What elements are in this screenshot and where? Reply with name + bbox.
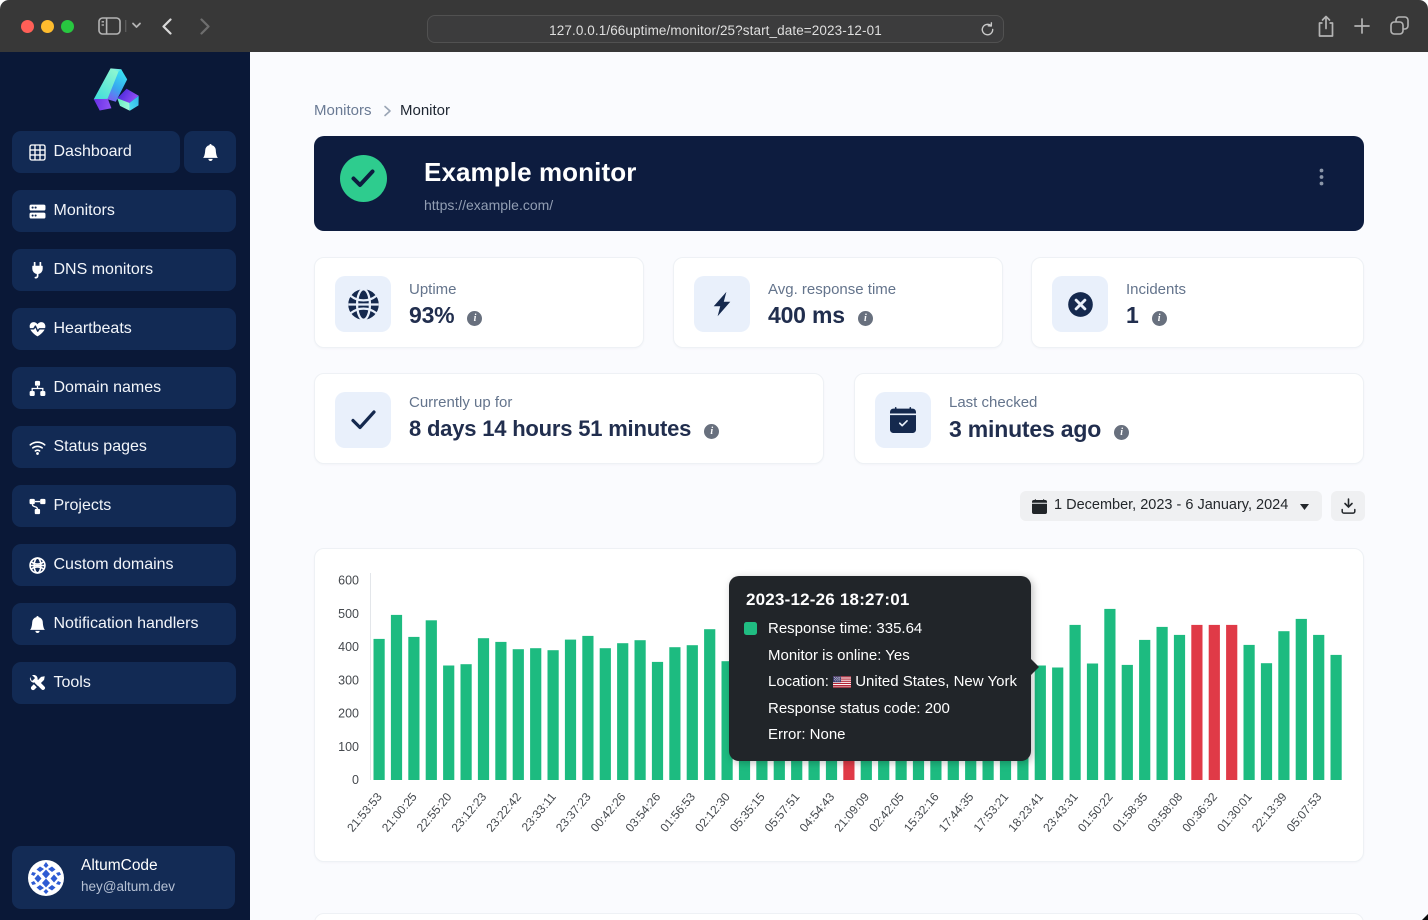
svg-text:01:56:53: 01:56:53 [657, 790, 698, 835]
svg-text:22:55:20: 22:55:20 [414, 790, 455, 835]
svg-text:01:58:35: 01:58:35 [1110, 790, 1151, 835]
svg-text:21:00:25: 21:00:25 [379, 790, 420, 835]
svg-text:300: 300 [338, 673, 359, 687]
svg-text:03:54:26: 03:54:26 [623, 790, 664, 835]
svg-text:400: 400 [338, 640, 359, 654]
svg-text:600: 600 [338, 574, 359, 588]
svg-text:17:44:35: 17:44:35 [936, 790, 977, 835]
svg-text:01:30:01: 01:30:01 [1214, 790, 1255, 835]
svg-text:18:23:41: 18:23:41 [1005, 790, 1046, 835]
svg-text:05:35:15: 05:35:15 [727, 790, 768, 835]
svg-text:200: 200 [338, 707, 359, 721]
svg-text:05:57:51: 05:57:51 [762, 790, 803, 835]
svg-text:100: 100 [338, 740, 359, 754]
svg-text:00:42:26: 00:42:26 [588, 790, 629, 835]
svg-text:04:54:43: 04:54:43 [797, 790, 838, 835]
svg-text:15:32:16: 15:32:16 [901, 790, 942, 835]
svg-text:02:42:05: 02:42:05 [866, 790, 907, 835]
svg-text:23:22:42: 23:22:42 [483, 790, 524, 835]
svg-text:23:37:23: 23:37:23 [553, 790, 594, 835]
svg-text:23:12:23: 23:12:23 [449, 790, 490, 835]
svg-text:21:53:53: 21:53:53 [344, 790, 385, 835]
svg-text:23:43:31: 23:43:31 [1040, 790, 1081, 835]
svg-text:21:09:09: 21:09:09 [831, 790, 872, 835]
svg-text:02:12:30: 02:12:30 [692, 790, 733, 835]
svg-text:05:07:53: 05:07:53 [1284, 790, 1325, 835]
svg-text:500: 500 [338, 607, 359, 621]
svg-text:00:36:32: 00:36:32 [1179, 790, 1220, 835]
svg-text:01:50:22: 01:50:22 [1075, 790, 1116, 835]
svg-text:0: 0 [352, 773, 359, 787]
svg-text:17:53:21: 17:53:21 [971, 790, 1012, 835]
svg-text:22:13:39: 22:13:39 [1249, 790, 1290, 835]
svg-text:23:33:11: 23:33:11 [519, 790, 559, 834]
svg-text:03:58:08: 03:58:08 [1145, 790, 1186, 835]
